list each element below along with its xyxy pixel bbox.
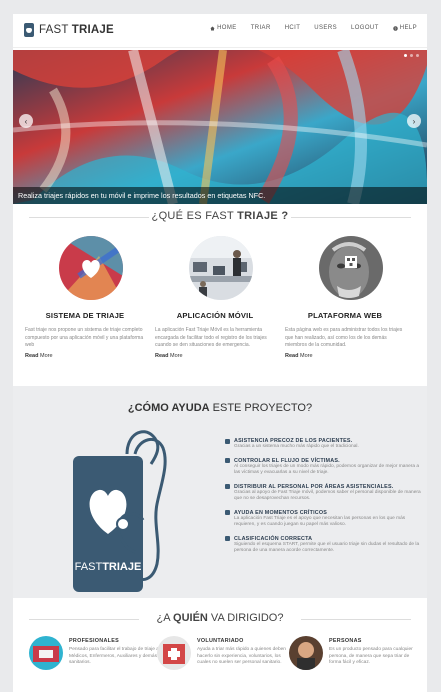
heart-painting-image [59, 236, 123, 300]
site-logo[interactable]: FAST TRIAJE [24, 23, 114, 37]
read-more-link[interactable]: Read More [285, 353, 405, 359]
plus-square-icon [225, 484, 230, 489]
phone-stethoscope-logo: FASTTRIAJE [73, 430, 167, 592]
hero-slider: ‹ › Realiza triajes rápidos en tu móvil … [13, 50, 427, 204]
feature-title: SISTEMA DE TRIAJE [45, 311, 125, 320]
nav-hcit[interactable]: HCIT [285, 25, 301, 31]
feature-text: La aplicación Fast Triaje Móvil es la he… [155, 327, 267, 348]
top-navbar: FAST TRIAJE HOME TRIAR HCIT USERS LOGOUT… [13, 14, 427, 48]
feature-title: PLATAFORMA WEB [307, 311, 383, 320]
plus-square-icon [225, 458, 230, 463]
svg-text:?: ? [394, 26, 396, 30]
audience-card: PROFESIONALES Pensado para facilitar el … [29, 636, 159, 670]
slider-dots [404, 54, 419, 57]
feature-card: APLICACIÓN MÓVIL La aplicación Fast Tria… [155, 236, 275, 359]
audience-card: PERSONAS Es un producto pensado para cua… [289, 636, 419, 670]
main-nav: HOME TRIAR HCIT USERS LOGOUT ? HELP [210, 25, 417, 31]
nav-users[interactable]: USERS [314, 25, 337, 31]
help-item: DISTRIBUIR AL PERSONAL POR ÁREAS ASISTEN… [225, 484, 421, 503]
feature-image-heart [59, 236, 123, 300]
face-photo-image [319, 236, 383, 300]
audience-card: VOLUNTARIADO Ayuda a triar más rápido a … [157, 636, 287, 670]
feature-title: APLICACIÓN MÓVIL [176, 311, 254, 320]
help-item: CLASIFICACIÓN CORRECTA Siguiendo el esqu… [225, 536, 421, 555]
slider-dot[interactable] [410, 54, 413, 57]
feature-card: PLATAFORMA WEB Esta página web es para a… [285, 236, 405, 359]
help-item: CONTROLAR EL FLUJO DE VÍCTIMAS. Al conse… [225, 458, 421, 477]
nav-triar[interactable]: TRIAR [251, 25, 271, 31]
hero-painting-image [13, 50, 427, 204]
chevron-left-icon: ‹ [24, 116, 28, 126]
about-title: ¿QUÉ ES FAST TRIAJE ? [151, 210, 289, 222]
feature-text: Esta página web es para administrar todo… [285, 327, 403, 348]
help-item: AYUDA EN MOMENTOS CRÍTICOS La aplicación… [225, 510, 421, 529]
plus-square-icon [225, 536, 230, 541]
slider-prev-button[interactable]: ‹ [19, 114, 33, 128]
slider-caption: Realiza triajes rápidos en tu móvil e im… [13, 187, 427, 204]
phone-heart-icon [24, 23, 34, 37]
nav-home[interactable]: HOME [210, 25, 237, 31]
nav-logout[interactable]: LOGOUT [351, 25, 379, 31]
home-icon [210, 26, 215, 30]
chevron-right-icon: › [412, 116, 416, 126]
people-image [289, 636, 323, 670]
svg-text:FASTTRIAJE: FASTTRIAJE [75, 561, 142, 573]
feature-image-office [189, 236, 253, 300]
help-list: ASISTENCIA PRECOZ DE LOS PACIENTES. Grac… [225, 438, 421, 562]
feature-image-face [319, 236, 383, 300]
help-icon: ? [392, 25, 398, 30]
help-item: ASISTENCIA PRECOZ DE LOS PACIENTES. Grac… [225, 438, 421, 451]
plus-square-icon [225, 510, 230, 515]
volunteers-image [157, 636, 191, 670]
who-title: ¿A QUIÉN VA DIRIGIDO? [156, 612, 284, 624]
slider-next-button[interactable]: › [407, 114, 421, 128]
page: FAST TRIAJE HOME TRIAR HCIT USERS LOGOUT… [13, 14, 427, 692]
help-section: ¿CÓMO AYUDA ESTE PROYECTO? FASTTRIAJE AS… [13, 386, 427, 598]
slider-dot[interactable] [404, 54, 407, 57]
read-more-link[interactable]: Read More [155, 353, 275, 359]
nav-help[interactable]: ? HELP [392, 25, 417, 31]
professionals-image [29, 636, 63, 670]
read-more-link[interactable]: Read More [25, 353, 145, 359]
feature-text: Fast triaje nos propone un sistema de tr… [25, 327, 144, 348]
plus-square-icon [225, 438, 230, 444]
office-photo-image [189, 236, 253, 300]
feature-card: SISTEMA DE TRIAJE Fast triaje nos propon… [25, 236, 145, 359]
help-title: ¿CÓMO AYUDA ESTE PROYECTO? [127, 402, 313, 414]
logo-text: FAST TRIAJE [39, 24, 114, 36]
slider-dot[interactable] [416, 54, 419, 57]
